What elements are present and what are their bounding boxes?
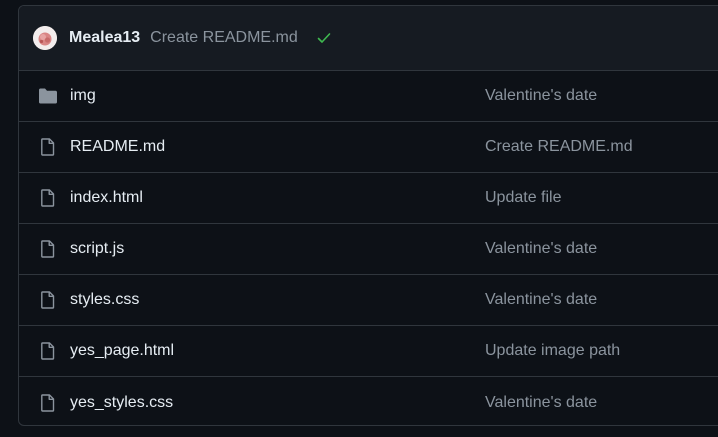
commit-author[interactable]: Mealea13: [69, 29, 140, 47]
file-icon: [38, 239, 58, 259]
file-name[interactable]: README.md: [70, 138, 165, 156]
file-row-styles-css[interactable]: styles.css Valentine's date: [19, 275, 718, 326]
file-name[interactable]: yes_page.html: [70, 342, 174, 360]
file-name[interactable]: styles.css: [70, 291, 139, 309]
file-browser-panel: Mealea13 Create README.md img Valentine'…: [18, 5, 718, 426]
file-row-yes-page-html[interactable]: yes_page.html Update image path: [19, 326, 718, 377]
file-name[interactable]: yes_styles.css: [70, 394, 173, 412]
avatar[interactable]: [33, 26, 57, 50]
file-commit-message[interactable]: Create README.md: [485, 138, 633, 156]
file-icon: [38, 137, 58, 157]
file-commit-message[interactable]: Valentine's date: [485, 87, 597, 105]
file-commit-message[interactable]: Update file: [485, 189, 562, 207]
file-name[interactable]: img: [70, 87, 96, 105]
latest-commit-bar: Mealea13 Create README.md: [19, 6, 718, 71]
file-row-img[interactable]: img Valentine's date: [19, 71, 718, 122]
file-row-readme[interactable]: README.md Create README.md: [19, 122, 718, 173]
file-commit-message[interactable]: Valentine's date: [485, 240, 597, 258]
file-icon: [38, 290, 58, 310]
file-row-index-html[interactable]: index.html Update file: [19, 173, 718, 224]
file-icon: [38, 188, 58, 208]
file-name[interactable]: script.js: [70, 240, 124, 258]
file-row-script-js[interactable]: script.js Valentine's date: [19, 224, 718, 275]
file-name[interactable]: index.html: [70, 189, 143, 207]
file-commit-message[interactable]: Valentine's date: [485, 394, 597, 412]
file-commit-message[interactable]: Update image path: [485, 342, 620, 360]
commit-message[interactable]: Create README.md: [150, 29, 298, 47]
file-commit-message[interactable]: Valentine's date: [485, 291, 597, 309]
file-row-yes-styles-css[interactable]: yes_styles.css Valentine's date: [19, 377, 718, 425]
folder-icon: [38, 88, 58, 105]
check-icon[interactable]: [316, 30, 332, 46]
file-icon: [38, 393, 58, 413]
file-icon: [38, 341, 58, 361]
